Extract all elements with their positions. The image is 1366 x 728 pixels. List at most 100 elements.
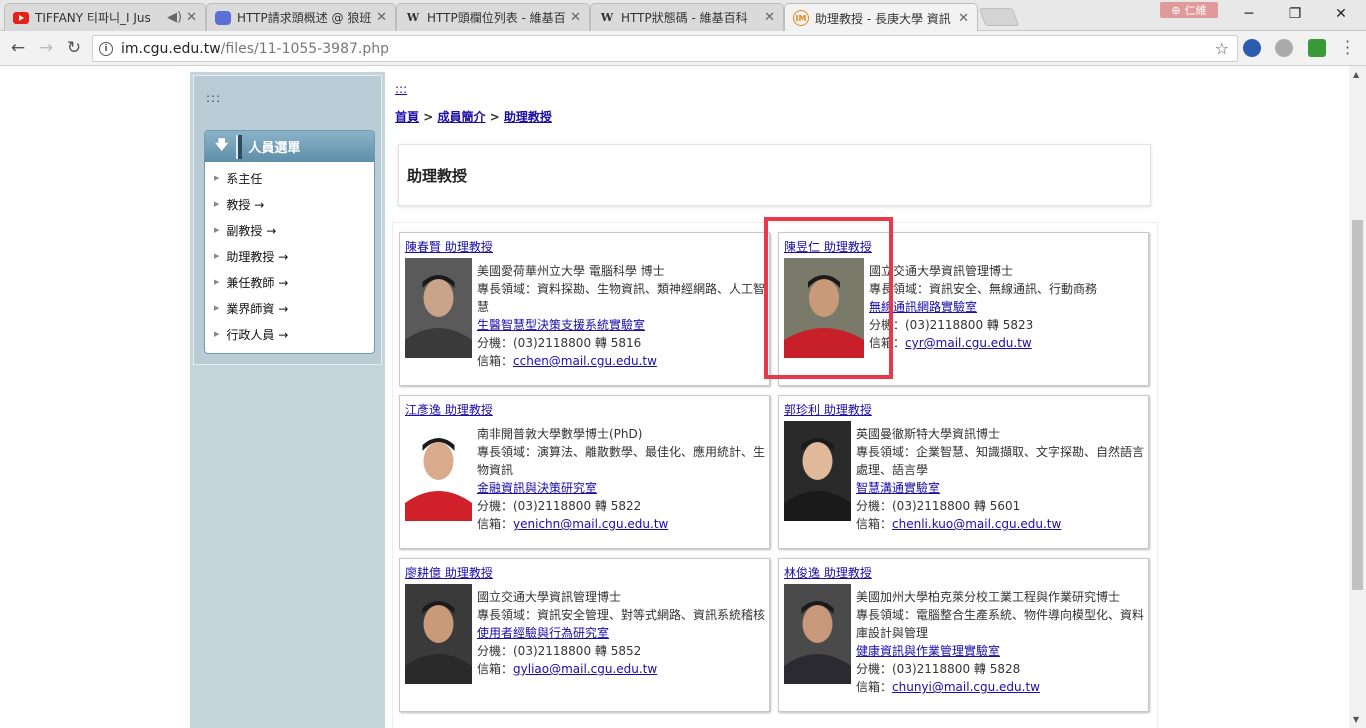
tab-title: HTTP頭欄位列表 - 維基百 xyxy=(427,11,566,25)
email-label: 信箱： xyxy=(477,517,514,531)
back-button[interactable]: ← xyxy=(6,36,30,60)
extension-green-icon[interactable] xyxy=(1308,39,1326,57)
extension-globe-icon[interactable] xyxy=(1243,39,1261,57)
person-photo xyxy=(784,584,851,684)
page-viewport: ::: 🡇 人員選單 ▶ 系主任 ▶ 教授 → ▶ 副教授 → ▶ 助理教授 → ▶ 兼任… xyxy=(0,66,1366,728)
bookmark-star-icon[interactable]: ☆ xyxy=(1215,39,1229,58)
cgu-im-icon: IM xyxy=(793,10,809,26)
page-scrollbar[interactable]: ▲ ▼ xyxy=(1349,66,1366,728)
person-education: 美國愛荷華州立大學 電腦科學 博士 xyxy=(477,264,665,278)
menu-dots-icon[interactable]: · · · xyxy=(1345,34,1350,62)
url-text: im.cgu.edu.tw/files/11-1055-3987.php xyxy=(121,40,389,57)
person-email-row: 信箱：chenli.kuo@mail.cgu.edu.tw xyxy=(856,515,1144,533)
person-info: 國立交通大學資訊管理博士 專長領域：資訊安全管理、對等式網路、資訊系統稽核 使用者經… xyxy=(477,588,765,678)
bullet-icon: ▶ xyxy=(214,226,220,234)
close-icon[interactable]: ✕ xyxy=(376,10,387,25)
sidebar-item-associate-professor[interactable]: ▶ 副教授 → xyxy=(205,217,374,243)
person-card: 林俊逸 助理教授美國加州大學柏克萊分校工業工程與作業研究博士專長領域：電腦整合生… xyxy=(778,558,1149,712)
person-name-link[interactable]: 江彥逸 助理教授 xyxy=(405,401,493,418)
tab-title: 助理教授 - 長庚大學 資訊 xyxy=(815,11,951,26)
person-lab-link[interactable]: 智慧溝通實驗室 xyxy=(856,481,940,495)
restore-button[interactable]: ❐ xyxy=(1272,0,1318,28)
person-education: 國立交通大學資訊管理博士 xyxy=(869,264,1014,278)
sidebar-item-professor[interactable]: ▶ 教授 → xyxy=(205,191,374,217)
info-icon[interactable]: i xyxy=(99,41,113,56)
sidebar-item-industry[interactable]: ▶ 業界師資 → xyxy=(205,295,374,321)
tab-wikipedia-headers[interactable]: W HTTP頭欄位列表 - 維基百 ✕ xyxy=(396,3,590,31)
person-field: 專長領域：資料探勘、生物資訊、類神經網路、人工智慧 xyxy=(477,282,766,314)
close-window-button[interactable]: ✕ xyxy=(1318,0,1364,28)
tab-title: HTTP狀態碼 - 維基百科 xyxy=(621,11,748,25)
person-email-link[interactable]: chunyi@mail.cgu.edu.tw xyxy=(892,680,1040,694)
scroll-down-icon[interactable]: ▼ xyxy=(1353,715,1359,724)
sidebar-item-chair[interactable]: ▶ 系主任 xyxy=(205,165,374,191)
person-email-row: 信箱：cyr@mail.cgu.edu.tw xyxy=(869,334,1144,352)
speaker-icon[interactable]: ◀) xyxy=(167,10,182,25)
person-card: 廖耕億 助理教授國立交通大學資訊管理博士 專長領域：資訊安全管理、對等式網路、資訊… xyxy=(399,558,770,712)
person-email-link[interactable]: cchen@mail.cgu.edu.tw xyxy=(513,354,657,368)
person-name-link[interactable]: 陳春賢 助理教授 xyxy=(405,238,493,255)
person-extension: 分機：(03)2118800 轉 5601 xyxy=(856,499,1021,513)
person-card: 江彥逸 助理教授 南非開普敦大學數學博士(PhD) 專長領域：演算法、離散數學、最佳… xyxy=(399,395,770,549)
bullet-icon: ▶ xyxy=(214,200,220,208)
sidebar-item-adjunct[interactable]: ▶ 兼任教師 → xyxy=(205,269,374,295)
scroll-up-icon[interactable]: ▲ xyxy=(1353,70,1359,79)
browser-toolbar: ← → ↻ i im.cgu.edu.tw/files/11-1055-3987… xyxy=(0,31,1366,66)
sidebar-item-staff[interactable]: ▶ 行政人員 → xyxy=(205,321,374,347)
forward-button[interactable]: → xyxy=(34,36,58,60)
sidebar-item-label: 副教授 → xyxy=(226,223,277,238)
breadcrumb-home[interactable]: 首頁 xyxy=(395,110,419,124)
scrollbar-thumb[interactable] xyxy=(1352,220,1363,590)
sidebar-item-label: 業界師資 → xyxy=(226,301,289,316)
person-card: 郭珍利 助理教授 英國曼徹斯特大學資訊博士 專長領域：企業智慧、知識擷取、文字探勘、… xyxy=(778,395,1149,549)
person-lab-link[interactable]: 使用者經驗與行為研究室 xyxy=(477,626,609,640)
email-label: 信箱： xyxy=(477,662,514,676)
person-name-link[interactable]: 郭珍利 助理教授 xyxy=(784,401,872,418)
person-photo xyxy=(405,421,472,521)
person-email-link[interactable]: chenli.kuo@mail.cgu.edu.tw xyxy=(892,517,1061,531)
person-info: 國立交通大學資訊管理博士 專長領域：資訊安全、無線通訊、行動商務 無線通訊網路實驗室… xyxy=(869,262,1144,352)
person-field: 專長領域：電腦整合生產系統、物件導向模型化、資料庫設計與管理 xyxy=(856,608,1145,640)
sidebar-item-assistant-professor[interactable]: ▶ 助理教授 → xyxy=(205,243,374,269)
tab-youtube[interactable]: TIFFANY 티파니_I Jus ◀) ✕ xyxy=(4,3,206,31)
wikipedia-icon: W xyxy=(600,11,614,24)
breadcrumb-current[interactable]: 助理教授 xyxy=(504,110,552,124)
bullet-icon: ▶ xyxy=(214,330,220,338)
person-education: 國立交通大學資訊管理博士 xyxy=(477,590,622,604)
tab-wikipedia-status[interactable]: W HTTP狀態碼 - 維基百科 ✕ xyxy=(590,3,784,31)
breadcrumb-separator: > xyxy=(489,110,500,124)
person-email-row: 信箱：cchen@mail.cgu.edu.tw xyxy=(477,352,765,370)
close-icon[interactable]: ✕ xyxy=(764,10,775,25)
person-lab-link[interactable]: 金融資訊與決策研究室 xyxy=(477,481,597,495)
person-email-link[interactable]: gyliao@mail.cgu.edu.tw xyxy=(513,662,657,676)
profile-button[interactable]: ⊕ 仁維 xyxy=(1160,2,1218,18)
person-lab-link[interactable]: 生醫智慧型決策支援系統實驗室 xyxy=(477,318,645,332)
minimize-button[interactable]: ─ xyxy=(1226,0,1272,28)
content-anchor-link[interactable]: ::: xyxy=(395,82,407,96)
person-field: 專長領域：企業智慧、知識擷取、文字探勘、自然語言處理、語言學 xyxy=(856,445,1145,477)
close-icon[interactable]: ✕ xyxy=(186,10,197,25)
sidebar-item-label: 系主任 xyxy=(226,171,263,186)
tab-title: HTTP請求頭概述 @ 狼班 xyxy=(237,11,372,25)
header-bar xyxy=(236,134,243,159)
address-bar[interactable]: i im.cgu.edu.tw/files/11-1055-3987.php ☆ xyxy=(92,35,1238,62)
person-email-link[interactable]: cyr@mail.cgu.edu.tw xyxy=(905,336,1032,350)
person-email-link[interactable]: yenichn@mail.cgu.edu.tw xyxy=(513,517,668,531)
close-icon[interactable]: ✕ xyxy=(570,10,581,25)
person-lab-link[interactable]: 健康資訊與作業管理實驗室 xyxy=(856,644,1000,658)
reload-button[interactable]: ↻ xyxy=(62,36,86,60)
bullet-icon: ▶ xyxy=(214,252,220,260)
tab-blogger[interactable]: HTTP請求頭概述 @ 狼班 ✕ xyxy=(206,3,396,31)
tab-cgu-im[interactable]: IM 助理教授 - 長庚大學 資訊 ✕ xyxy=(784,3,978,32)
person-email-row: 信箱：gyliao@mail.cgu.edu.tw xyxy=(477,660,765,678)
extension-grey-icon[interactable] xyxy=(1275,39,1293,57)
person-name-link[interactable]: 廖耕億 助理教授 xyxy=(405,564,493,581)
close-icon[interactable]: ✕ xyxy=(958,11,969,26)
sidebar-item-label: 助理教授 → xyxy=(226,249,289,264)
sidebar-anchor: ::: xyxy=(206,91,222,105)
person-name-link[interactable]: 林俊逸 助理教授 xyxy=(784,564,872,581)
person-education: 美國加州大學柏克萊分校工業工程與作業研究博士 xyxy=(856,590,1121,604)
new-tab-button[interactable] xyxy=(978,8,1020,26)
breadcrumb-members[interactable]: 成員簡介 xyxy=(437,110,485,124)
person-photo xyxy=(405,584,472,684)
